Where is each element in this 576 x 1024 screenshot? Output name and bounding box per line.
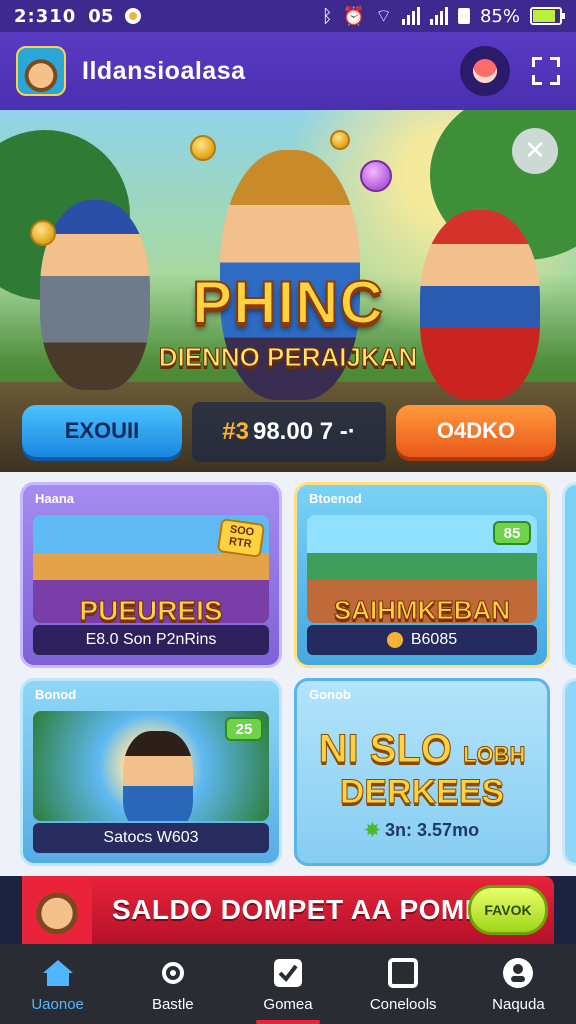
star-icon: ✸ — [364, 820, 381, 840]
gem-icon — [360, 160, 392, 192]
signal-icon — [401, 7, 420, 25]
wifi-icon: ⌔ — [375, 5, 392, 27]
hero-title: PHINC — [191, 268, 384, 337]
coin-icon — [386, 632, 403, 648]
bottom-nav: Uaonoe Bastle Gomea Conelools Naquda — [0, 944, 576, 1024]
sd-card-icon — [457, 8, 470, 24]
nav-item-gomea[interactable]: Gomea — [230, 944, 345, 1024]
coin-icon — [190, 135, 216, 161]
nav-item-naquda[interactable]: Naquda — [461, 944, 576, 1024]
card-title: PUEUREIS — [79, 595, 223, 624]
game-card[interactable]: Haana SOO RTR PUEUREIS E8.0 Son P2nRins — [20, 482, 282, 668]
hero-banner[interactable]: ✕ PHINC DIENNO PERAIJKAN EXOUII #3 98.00… — [0, 110, 576, 472]
card-badge: SOO RTR — [216, 518, 266, 558]
home-icon — [41, 956, 75, 990]
card-image: 25 — [33, 711, 269, 821]
profile-icon — [473, 59, 497, 83]
notification-icon — [125, 8, 142, 24]
card-info: B6085 — [307, 625, 537, 655]
status-time: 2:310 — [14, 5, 77, 27]
close-icon[interactable]: ✕ — [512, 128, 558, 174]
game-card-peek[interactable] — [562, 482, 576, 668]
nav-label: Bastle — [151, 995, 194, 1013]
card-tag: Gonob — [309, 687, 351, 702]
card-info-text: 3n: 3.57mo — [385, 820, 480, 840]
card-title: SAIHMKEBAN — [333, 595, 511, 624]
card-info-text: B6085 — [410, 631, 458, 648]
status-carrier: 05 — [88, 5, 114, 27]
card-badge: 25 — [225, 717, 263, 741]
card-image: SOO RTR PUEUREIS — [33, 515, 269, 623]
card-badge: 85 — [493, 521, 531, 545]
app-header: Ildansioalasa — [0, 32, 576, 110]
nav-label: Conelools — [369, 995, 437, 1013]
profile-button[interactable] — [460, 46, 510, 96]
app-title: Ildansioalasa — [82, 56, 246, 85]
hero-left-button[interactable]: EXOUII — [22, 405, 182, 457]
balance-currency: #3 — [222, 418, 249, 445]
nav-item-home[interactable]: Uaonoe — [0, 944, 115, 1024]
nav-item-conelools[interactable]: Conelools — [346, 944, 461, 1024]
character-icon — [123, 731, 193, 821]
status-bar: 2:310 05 ᛒ ⏰ ⌔ 85% — [0, 0, 576, 32]
card-title-main: NI SLO — [318, 727, 452, 772]
signal-icon-2 — [429, 7, 448, 25]
game-card[interactable]: Btoenod 85 SAIHMKEBAN B6085 — [294, 482, 550, 668]
nav-label: Naquda — [492, 995, 545, 1013]
square-icon — [386, 956, 420, 990]
nav-item-bastle[interactable]: Bastle — [115, 944, 230, 1024]
alarm-icon: ⏰ — [342, 5, 366, 27]
promo-button[interactable]: FAVOK — [468, 885, 548, 935]
battery-icon — [530, 7, 565, 25]
promo-character-icon — [22, 876, 92, 944]
gear-icon — [156, 956, 190, 990]
balance-display: #3 98.00 7 -· — [192, 402, 386, 462]
active-indicator — [256, 1020, 321, 1024]
game-card-peek[interactable] — [562, 678, 576, 866]
game-grid: Haana SOO RTR PUEUREIS E8.0 Son P2nRins … — [0, 472, 576, 876]
battery-percent: 85% — [479, 5, 520, 27]
card-title-line1: NI SLO LOBH — [297, 727, 547, 772]
check-icon — [271, 956, 305, 990]
card-title-line2: DERKEES — [339, 773, 505, 812]
nav-label: Uaonoe — [31, 995, 84, 1013]
balance-value: 98.00 7 -· — [252, 418, 356, 445]
promo-banner[interactable]: SALDO DOMPET AA POMM FAVOK — [22, 876, 554, 944]
nav-label: Gomea — [263, 995, 313, 1013]
promo-text: SALDO DOMPET AA POMM — [112, 894, 489, 925]
card-info: ✸ 3n: 3.57mo — [297, 820, 547, 841]
card-tag: Haana — [35, 491, 75, 506]
card-image: 85 SAIHMKEBAN — [307, 515, 537, 623]
profile-icon — [501, 956, 535, 990]
game-card[interactable]: Gonob NI SLO LOBH DERKEES ✸ 3n: 3.57mo — [294, 678, 550, 866]
card-tag: Bonod — [35, 687, 77, 702]
fullscreen-icon[interactable] — [532, 57, 560, 85]
coin-icon — [30, 220, 56, 246]
hero-subtitle: DIENNO PERAIJKAN — [158, 342, 418, 373]
avatar[interactable] — [16, 46, 66, 96]
coin-icon — [330, 130, 350, 150]
card-info: Satocs W603 — [33, 823, 269, 853]
game-card[interactable]: Bonod 25 Satocs W603 — [20, 678, 282, 866]
card-tag: Btoenod — [309, 491, 362, 506]
bluetooth-icon: ᛒ — [321, 5, 333, 27]
hero-right-button[interactable]: O4DKO — [396, 405, 556, 457]
card-title-small: LOBH — [463, 742, 526, 768]
card-info: E8.0 Son P2nRins — [33, 625, 269, 655]
